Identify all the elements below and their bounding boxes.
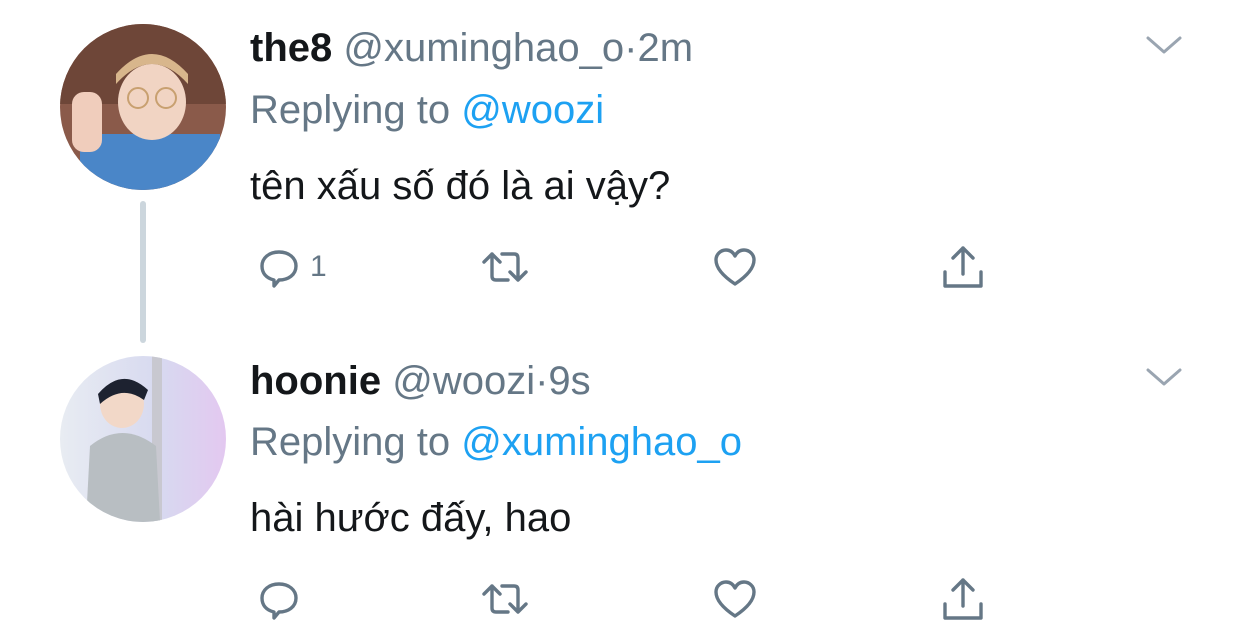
replying-to-mention[interactable]: @woozi xyxy=(461,88,604,132)
replying-to-label: Replying to xyxy=(250,420,462,464)
like-button[interactable] xyxy=(710,240,760,294)
retweet-icon xyxy=(482,584,528,614)
chevron-down-icon[interactable] xyxy=(1144,34,1184,58)
timestamp[interactable]: 9s xyxy=(548,359,590,403)
tweet-actions: 1 xyxy=(250,240,1010,294)
tweet[interactable]: the8 @xuminghao_o·2m Replying to @woozi … xyxy=(0,0,1242,343)
replying-to-mention[interactable]: @xuminghao_o xyxy=(461,420,742,464)
user-handle[interactable]: @woozi xyxy=(392,359,535,403)
retweet-button[interactable] xyxy=(478,572,532,626)
like-button[interactable] xyxy=(710,572,760,626)
separator-dot: · xyxy=(535,359,549,403)
tweet-actions xyxy=(250,572,1010,626)
retweet-button[interactable] xyxy=(478,240,532,294)
retweet-icon xyxy=(482,252,528,282)
reply-button[interactable]: 1 xyxy=(254,240,327,294)
user-handle[interactable]: @xuminghao_o xyxy=(343,26,624,70)
like-icon xyxy=(714,580,756,618)
share-button[interactable] xyxy=(938,572,988,626)
like-icon xyxy=(714,248,756,286)
replying-to: Replying to @woozi xyxy=(250,86,604,134)
display-name[interactable]: hoonie xyxy=(250,359,381,403)
thread-line xyxy=(140,201,146,343)
reply-button[interactable] xyxy=(254,572,310,626)
avatar[interactable] xyxy=(60,24,226,190)
replying-to: Replying to @xuminghao_o xyxy=(250,418,742,466)
reply-icon xyxy=(260,582,298,620)
display-name[interactable]: the8 xyxy=(250,26,332,70)
share-button[interactable] xyxy=(938,240,988,294)
tweet-header: hoonie @woozi·9s xyxy=(250,357,591,405)
reply-icon xyxy=(260,250,298,288)
share-icon xyxy=(943,578,983,620)
tweet-header: the8 @xuminghao_o·2m xyxy=(250,24,693,72)
separator-dot: · xyxy=(624,26,638,70)
reply-count: 1 xyxy=(310,250,327,283)
avatar[interactable] xyxy=(60,356,226,522)
chevron-down-icon[interactable] xyxy=(1144,366,1184,390)
share-icon xyxy=(943,246,983,288)
replying-to-label: Replying to xyxy=(250,88,462,132)
tweet-text: tên xấu số đó là ai vậy? xyxy=(250,164,671,208)
tweet-text: hài hước đấy, hao xyxy=(250,496,572,540)
timestamp[interactable]: 2m xyxy=(637,26,693,70)
